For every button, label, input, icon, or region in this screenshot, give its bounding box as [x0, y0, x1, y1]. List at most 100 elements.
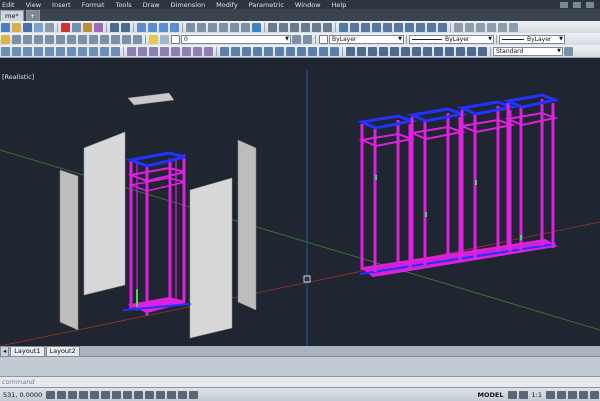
layer-change-icon[interactable] [133, 34, 142, 44]
new-icon[interactable] [1, 22, 10, 32]
hidden-icon[interactable] [476, 22, 485, 32]
subtract-icon[interactable] [138, 46, 147, 56]
dim-aligned-icon[interactable] [290, 22, 299, 32]
extend-icon[interactable] [456, 46, 465, 56]
menu-help[interactable]: Help [330, 1, 356, 9]
selection-cycling-icon[interactable] [189, 390, 199, 399]
markup-icon[interactable] [230, 22, 239, 32]
layer-isolate-icon[interactable] [34, 34, 43, 44]
tab-layout2[interactable]: Layout2 [45, 345, 80, 357]
redo-icon[interactable] [121, 22, 130, 32]
close-icon[interactable] [586, 1, 594, 8]
arc-icon[interactable] [264, 46, 273, 56]
wireframe-icon[interactable] [465, 22, 474, 32]
layer-merge-icon[interactable] [122, 34, 131, 44]
zoom-previous-icon[interactable] [170, 22, 179, 32]
command-line[interactable]: command [0, 376, 600, 387]
wedge-icon[interactable] [12, 46, 21, 56]
sweep-icon[interactable] [100, 46, 109, 56]
box-icon[interactable] [1, 46, 10, 56]
minimize-icon[interactable] [560, 1, 568, 8]
layout-nav-button[interactable]: ◂ [0, 345, 10, 357]
array-icon[interactable] [390, 46, 399, 56]
view-se-iso-icon[interactable] [416, 22, 425, 32]
quickcalc-icon[interactable] [241, 22, 250, 32]
save-icon[interactable] [23, 22, 32, 32]
menu-view[interactable]: View [24, 1, 50, 9]
copy-icon[interactable] [72, 22, 81, 32]
object-snap-icon[interactable] [101, 390, 111, 399]
offset-icon[interactable] [379, 46, 388, 56]
cone-icon[interactable] [23, 46, 32, 56]
quick-view-drawings-icon[interactable] [518, 390, 528, 399]
cylinder-icon[interactable] [45, 46, 54, 56]
shaded-icon[interactable] [487, 22, 496, 32]
torus-icon[interactable] [56, 46, 65, 56]
view-top-icon[interactable] [339, 22, 348, 32]
tool-palettes-icon[interactable] [208, 22, 217, 32]
conceptual-icon[interactable] [509, 22, 518, 32]
menu-tools[interactable]: Tools [114, 1, 141, 9]
zoom-window-icon[interactable] [159, 22, 168, 32]
pan-icon[interactable] [137, 22, 146, 32]
hatch-icon[interactable] [308, 46, 317, 56]
layer-manager-icon[interactable] [1, 34, 10, 44]
menu-draw[interactable]: Draw [141, 1, 169, 9]
sphere-icon[interactable] [34, 46, 43, 56]
command-input[interactable]: command [0, 378, 34, 386]
stretch-icon[interactable] [434, 46, 443, 56]
realistic-icon[interactable] [498, 22, 507, 32]
sheet-set-icon[interactable] [219, 22, 228, 32]
dim-linear-icon[interactable] [279, 22, 288, 32]
region-icon[interactable] [319, 46, 328, 56]
lineweight-icon[interactable] [156, 390, 166, 399]
lock-icon[interactable] [568, 390, 577, 399]
dynamic-input-icon[interactable] [145, 390, 155, 399]
move-icon[interactable] [401, 46, 410, 56]
lightbulb-icon[interactable] [149, 34, 158, 44]
scale-icon[interactable] [423, 46, 432, 56]
layer-previous-icon[interactable] [23, 34, 32, 44]
annotation-visibility-icon[interactable] [546, 390, 555, 399]
text-style-dropdown[interactable]: Standard ▼ [493, 46, 563, 56]
rotate-icon[interactable] [412, 46, 421, 56]
menu-dimension[interactable]: Dimension [169, 1, 215, 9]
file-tab[interactable]: me* [0, 10, 24, 21]
menu-parametric[interactable]: Parametric [247, 1, 293, 9]
extrude-icon[interactable] [78, 46, 87, 56]
view-left-icon[interactable] [361, 22, 370, 32]
model-space-toggle[interactable]: MODEL [475, 391, 507, 399]
workspace-switching-icon[interactable] [557, 390, 566, 399]
design-center-icon[interactable] [197, 22, 206, 32]
layer-dropdown[interactable]: 0 ▼ [181, 34, 291, 44]
layer-lock-icon[interactable] [89, 34, 98, 44]
view-bottom-icon[interactable] [350, 22, 359, 32]
drawing-viewport[interactable] [0, 70, 600, 346]
properties-icon[interactable] [186, 22, 195, 32]
copy-object-icon[interactable] [357, 46, 366, 56]
erase-icon[interactable] [346, 46, 355, 56]
explode-icon[interactable] [478, 46, 487, 56]
loft-icon[interactable] [111, 46, 120, 56]
menu-edit[interactable]: Edit [0, 1, 24, 9]
layer-state-icon[interactable] [12, 34, 21, 44]
view-right-icon[interactable] [372, 22, 381, 32]
plot-icon[interactable] [34, 22, 43, 32]
layer-match-icon[interactable] [56, 34, 65, 44]
sun-icon[interactable] [160, 34, 169, 44]
object-snap-tracking-icon[interactable] [123, 390, 133, 399]
dim-angular-icon[interactable] [312, 22, 321, 32]
layer-unlock-icon[interactable] [100, 34, 109, 44]
intersect-icon[interactable] [149, 46, 158, 56]
infer-constraints-icon[interactable] [46, 390, 56, 399]
undo-icon[interactable] [110, 22, 119, 32]
cut-icon[interactable] [61, 22, 70, 32]
rectangle-icon[interactable] [253, 46, 262, 56]
layer-previous-state-icon[interactable] [303, 34, 312, 44]
3d-move-icon[interactable] [171, 46, 180, 56]
grid-display-icon[interactable] [68, 390, 78, 399]
mirror-icon[interactable] [368, 46, 377, 56]
polyline-icon[interactable] [231, 46, 240, 56]
layer-walk-icon[interactable] [45, 34, 54, 44]
circle-icon[interactable] [275, 46, 284, 56]
